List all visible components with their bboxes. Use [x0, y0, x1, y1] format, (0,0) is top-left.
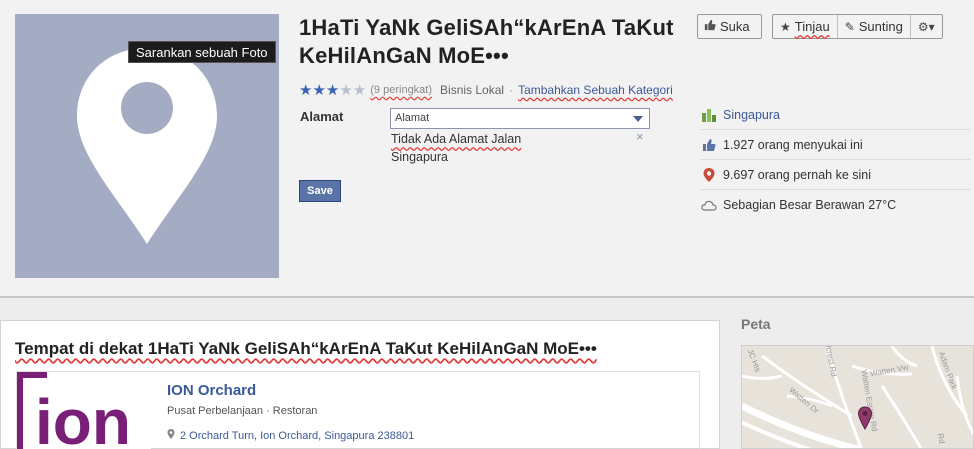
- cloud-icon: [700, 197, 718, 213]
- like-button-label: Suka: [720, 19, 750, 34]
- street-address-value[interactable]: Tidak Ada Alamat Jalan: [391, 132, 521, 146]
- map-label: Peta: [741, 316, 771, 332]
- address-label: Alamat: [300, 109, 344, 124]
- place-logo[interactable]: ion: [17, 372, 151, 449]
- rating-row: ★ ★ ★ ★ ★ (9 peringkat) Bisnis Lokal · T…: [299, 81, 673, 99]
- star-filled-icon[interactable]: ★: [312, 83, 325, 98]
- thumbs-up-icon: [700, 137, 718, 153]
- edit-button[interactable]: ✎ Sunting: [838, 15, 911, 38]
- gear-icon: ⚙▾: [917, 19, 935, 34]
- separator: ·: [509, 83, 514, 97]
- map-widget[interactable]: Watten Dr Watten Vw Adam Park Hillcrest …: [741, 345, 974, 449]
- star-icon: ★: [780, 19, 791, 34]
- info-likes: 1.927 orang menyukai ini: [700, 130, 970, 160]
- star-filled-icon[interactable]: ★: [326, 83, 339, 98]
- map-street-label: Rd: [935, 432, 947, 445]
- map-marker-icon[interactable]: [857, 406, 873, 435]
- edit-button-label: Sunting: [858, 19, 903, 34]
- list-item[interactable]: ion ION Orchard Pusat Perbelanjaan · Res…: [16, 371, 700, 449]
- info-location: Singapura: [700, 100, 970, 130]
- thumbs-up-icon: [704, 19, 716, 34]
- weather-text: Sebagian Besar Berawan 27°C: [723, 198, 897, 212]
- checkin-pin-icon: [700, 167, 718, 183]
- profile-photo-placeholder[interactable]: Sarankan sebuah Foto: [15, 14, 279, 278]
- page-header: Sarankan sebuah Foto 1HaTi YaNk GeliSAh“…: [0, 0, 974, 298]
- likes-count[interactable]: 1.927 orang menyukai ini: [723, 138, 863, 152]
- remove-address-icon[interactable]: ×: [636, 129, 644, 144]
- add-category-link[interactable]: Tambahkan Sebuah Kategori: [518, 83, 673, 97]
- like-button[interactable]: Suka: [697, 14, 762, 39]
- location-link[interactable]: Singapura: [723, 108, 780, 122]
- nearby-title: Tempat di dekat 1HaTi YaNk GeliSAh“kArEn…: [15, 339, 597, 358]
- suggest-photo-button[interactable]: Sarankan sebuah Foto: [128, 41, 276, 63]
- address-select[interactable]: Alamat: [390, 108, 650, 129]
- info-weather: Sebagian Besar Berawan 27°C: [700, 190, 970, 220]
- page-actions-group: ★ Tinjau ✎ Sunting ⚙▾: [772, 14, 943, 39]
- city-value: Singapura: [391, 150, 448, 164]
- review-button-label: Tinjau: [794, 19, 830, 34]
- place-type: Pusat Perbelanjaan · Restoran: [167, 405, 318, 417]
- map-pin-icon: [167, 429, 175, 442]
- star-empty-icon[interactable]: ★: [353, 83, 366, 98]
- place-logo-text: ion: [35, 386, 131, 449]
- settings-dropdown-button[interactable]: ⚙▾: [911, 15, 942, 38]
- place-address-text: 2 Orchard Turn, Ion Orchard, Singapura 2…: [180, 429, 415, 442]
- save-button[interactable]: Save: [299, 180, 341, 202]
- address-select-value: Alamat: [395, 112, 430, 124]
- checkins-count: 9.697 orang pernah ke sini: [723, 167, 872, 182]
- city-icon: [700, 107, 718, 123]
- star-empty-icon[interactable]: ★: [339, 83, 352, 98]
- rating-stars[interactable]: ★ ★ ★ ★ ★: [299, 83, 366, 98]
- page-category: Bisnis Lokal: [440, 83, 505, 97]
- place-name-link[interactable]: ION Orchard: [167, 382, 256, 399]
- page-title: 1HaTi YaNk GeliSAh“kArEnA TaKut KeHilAnG…: [299, 15, 674, 68]
- info-checkins: 9.697 orang pernah ke sini: [700, 160, 970, 190]
- rating-count[interactable]: (9 peringkat): [370, 84, 432, 96]
- review-button[interactable]: ★ Tinjau: [773, 15, 838, 38]
- place-address[interactable]: 2 Orchard Turn, Ion Orchard, Singapura 2…: [167, 429, 414, 442]
- nearby-places-panel: Tempat di dekat 1HaTi YaNk GeliSAh“kArEn…: [0, 320, 720, 449]
- chevron-down-icon: [633, 116, 643, 122]
- page-info-list: Singapura 1.927 orang menyukai ini 9.697…: [700, 100, 970, 220]
- pencil-icon: ✎: [844, 19, 855, 34]
- star-filled-icon[interactable]: ★: [299, 83, 312, 98]
